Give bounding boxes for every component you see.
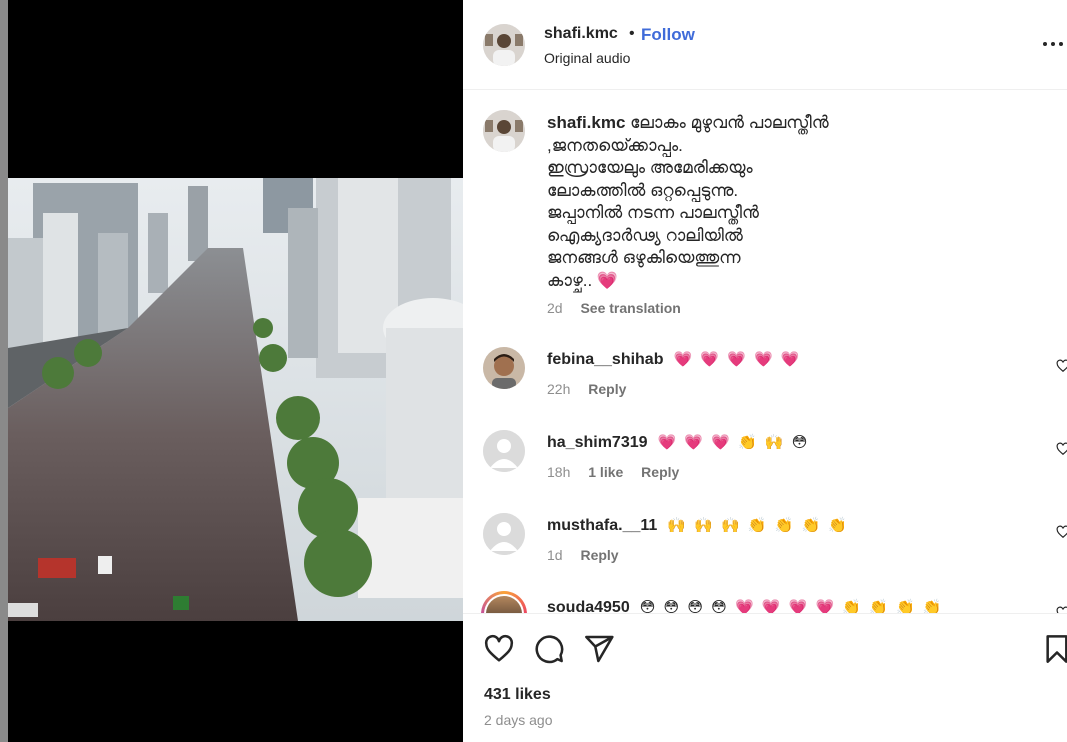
commenter-avatar-story-ring[interactable]	[481, 591, 527, 613]
comment-username[interactable]: febina__shihab	[547, 351, 663, 368]
author-avatar[interactable]	[483, 24, 525, 66]
separator-dot: •	[629, 25, 635, 42]
comment-icon[interactable]	[533, 633, 565, 665]
media-viewer	[8, 0, 463, 742]
comment-row: musthafa.__11 🙌 🙌 🙌 👏 👏 👏 👏	[547, 516, 849, 535]
reply-button[interactable]: Reply	[580, 547, 618, 563]
caption-line: ജപ്പാനിൽ നടന്ന പാലസ്തീൻ	[547, 203, 759, 222]
comment-username[interactable]: ha_shim7319	[547, 434, 648, 451]
see-translation-link[interactable]: See translation	[580, 300, 680, 316]
author-username[interactable]: shafi.kmc	[544, 25, 618, 43]
post-actions: 431 likes 2 days ago	[463, 613, 1067, 742]
reply-button[interactable]: Reply	[641, 464, 679, 480]
commenter-avatar[interactable]	[483, 513, 525, 555]
post-caption: shafi.kmc ലോകം മുഴുവൻ പാലസ്തീൻ ,ജനതയെ്ക്…	[547, 112, 907, 292]
post-header: shafi.kmc • Follow Original audio	[463, 0, 1067, 90]
comment-meta: 22h Reply	[547, 381, 626, 397]
comment-meta: 1d Reply	[547, 547, 619, 563]
caption-username[interactable]: shafi.kmc	[547, 113, 625, 132]
post-video[interactable]	[8, 178, 463, 621]
comments-section[interactable]: shafi.kmc ലോകം മുഴുവൻ പാലസ്തീൻ ,ജനതയെ്ക്…	[463, 91, 1067, 613]
comment-row: febina__shihab 💗 💗 💗 💗 💗	[547, 350, 802, 369]
comment-username[interactable]: souda4950	[547, 599, 630, 613]
caption-line: ഇസ്രായേലും അമേരിക്കയും	[547, 158, 753, 177]
audio-label[interactable]: Original audio	[544, 50, 630, 66]
commenter-avatar[interactable]	[483, 347, 525, 389]
post-timestamp[interactable]: 2 days ago	[484, 712, 553, 728]
bookmark-icon[interactable]	[1041, 633, 1067, 665]
caption-author-avatar[interactable]	[483, 110, 525, 152]
caption-meta: 2d See translation	[547, 300, 681, 316]
window-edge	[0, 0, 8, 742]
caption-line: ഐക്യദാർഢ്യ റാലിയിൽ	[547, 225, 743, 245]
comment-text: 😳 😳 😳 😳 💗 💗 💗 💗 👏 👏 👏 👏	[639, 599, 944, 613]
crowd-street-image	[8, 178, 463, 621]
comment-text: 💗 💗 💗 💗 💗	[673, 351, 802, 368]
caption-line: ,ജനതയെ്ക്കാപ്പം.	[547, 135, 683, 155]
caption-line: കാഴ്ച.. 💗	[547, 270, 619, 290]
comment-meta: 18h 1 like Reply	[547, 464, 679, 480]
caption-line: ലോകത്തിൽ ഒറ്റപ്പെടുന്നു.	[547, 180, 739, 200]
commenter-avatar[interactable]	[483, 430, 525, 472]
caption-line: ലോകം മുഴുവൻ പാലസ്തീൻ	[630, 113, 829, 132]
comment-row: souda4950 😳 😳 😳 😳 💗 💗 💗 💗 👏 👏 👏 👏	[547, 598, 944, 613]
comment-like-icon[interactable]	[1056, 442, 1067, 456]
caption-line: ജനങ്ങൾ ഒഴുകിയെത്തുന്ന	[547, 248, 741, 267]
comment-likes[interactable]: 1 like	[588, 464, 623, 480]
comment-text: 🙌 🙌 🙌 👏 👏 👏 👏	[667, 517, 850, 534]
comment-like-icon[interactable]	[1056, 606, 1067, 613]
comment-row: ha_shim7319 💗 💗 💗 👏 🙌 😳	[547, 433, 809, 452]
follow-button[interactable]: Follow	[641, 25, 695, 45]
heart-icon[interactable]	[483, 633, 515, 665]
post-details-panel: shafi.kmc • Follow Original audio shafi.…	[463, 0, 1067, 742]
more-options-icon[interactable]	[1041, 34, 1067, 54]
comment-text: 💗 💗 💗 👏 🙌 😳	[657, 434, 810, 451]
comment-time: 18h	[547, 464, 571, 480]
comment-username[interactable]: musthafa.__11	[547, 517, 657, 534]
reply-button[interactable]: Reply	[588, 381, 626, 397]
comment-time: 22h	[547, 381, 571, 397]
caption-time: 2d	[547, 300, 563, 316]
likes-count[interactable]: 431 likes	[484, 686, 551, 704]
share-icon[interactable]	[583, 633, 615, 665]
comment-like-icon[interactable]	[1056, 525, 1067, 539]
comment-like-icon[interactable]	[1056, 359, 1067, 373]
comment-time: 1d	[547, 547, 563, 563]
